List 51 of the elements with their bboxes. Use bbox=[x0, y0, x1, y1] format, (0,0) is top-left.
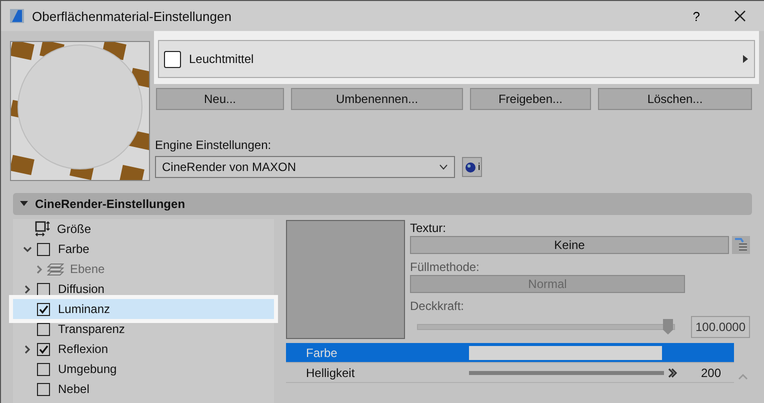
engine-dropdown[interactable]: CineRender von MAXON bbox=[155, 156, 455, 178]
window-title: Oberflächenmaterial-Einstellungen bbox=[32, 8, 232, 24]
texture-button[interactable]: Keine bbox=[410, 236, 729, 254]
section-header[interactable]: CineRender-Einstellungen bbox=[13, 193, 752, 215]
chevron-down-icon bbox=[439, 164, 448, 170]
close-icon[interactable] bbox=[734, 10, 746, 22]
brightness-slider[interactable] bbox=[469, 370, 664, 374]
triangle-icon[interactable] bbox=[743, 55, 748, 63]
checkbox[interactable] bbox=[37, 342, 50, 356]
checkbox[interactable] bbox=[37, 242, 50, 256]
parameter-row[interactable]: Farbe bbox=[286, 343, 734, 363]
checkbox[interactable] bbox=[37, 322, 50, 336]
channel-item[interactable]: Größe bbox=[13, 219, 274, 239]
sphere-icon bbox=[465, 162, 476, 172]
resize-icon bbox=[35, 221, 51, 237]
help-button[interactable]: ? bbox=[692, 8, 700, 24]
channel-item[interactable]: Nebel bbox=[13, 379, 274, 399]
checkbox[interactable] bbox=[37, 302, 50, 316]
chevron-right-icon[interactable] bbox=[22, 284, 32, 294]
layers-icon bbox=[47, 262, 64, 276]
checkbox[interactable] bbox=[37, 382, 50, 396]
texture-label: Textur: bbox=[410, 221, 448, 236]
channel-item[interactable]: Umgebung bbox=[13, 359, 274, 379]
action-button[interactable]: Freigeben... bbox=[470, 88, 591, 110]
texture-browse-icon[interactable] bbox=[732, 236, 750, 254]
material-name: Leuchtmittel bbox=[189, 52, 255, 66]
channel-item[interactable]: Diffusion bbox=[13, 279, 274, 299]
opacity-slider[interactable] bbox=[417, 318, 675, 336]
action-button[interactable]: Neu... bbox=[156, 88, 284, 110]
parameter-row[interactable]: Helligkeit 200 bbox=[286, 363, 734, 383]
checkbox[interactable] bbox=[37, 362, 50, 376]
channel-item[interactable]: Transparenz bbox=[13, 319, 274, 339]
action-button[interactable]: Löschen... bbox=[598, 88, 752, 110]
opacity-label: Deckkraft: bbox=[410, 299, 466, 314]
checkbox[interactable] bbox=[37, 282, 50, 296]
app-icon bbox=[10, 9, 24, 23]
channel-item[interactable]: Luminanz bbox=[13, 299, 274, 319]
action-button[interactable]: Umbenennen... bbox=[291, 88, 463, 110]
info-button[interactable]: i bbox=[462, 157, 482, 177]
fill-method-label: Füllmethode: bbox=[410, 260, 480, 275]
material-selector[interactable]: Leuchtmittel bbox=[158, 40, 755, 78]
engine-label: Engine Einstellungen: bbox=[155, 138, 272, 152]
double-chevron-icon bbox=[668, 368, 677, 378]
opacity-value-field[interactable]: 100.0000 bbox=[691, 316, 750, 338]
chevron-right-icon[interactable] bbox=[22, 344, 32, 354]
channel-item[interactable]: Farbe bbox=[13, 239, 274, 259]
triangle-icon bbox=[20, 200, 28, 208]
channel-item[interactable]: Reflexion bbox=[13, 339, 274, 359]
chevron-down-icon[interactable] bbox=[22, 244, 32, 254]
material-swatch bbox=[164, 50, 181, 68]
color-swatch[interactable] bbox=[469, 346, 662, 360]
